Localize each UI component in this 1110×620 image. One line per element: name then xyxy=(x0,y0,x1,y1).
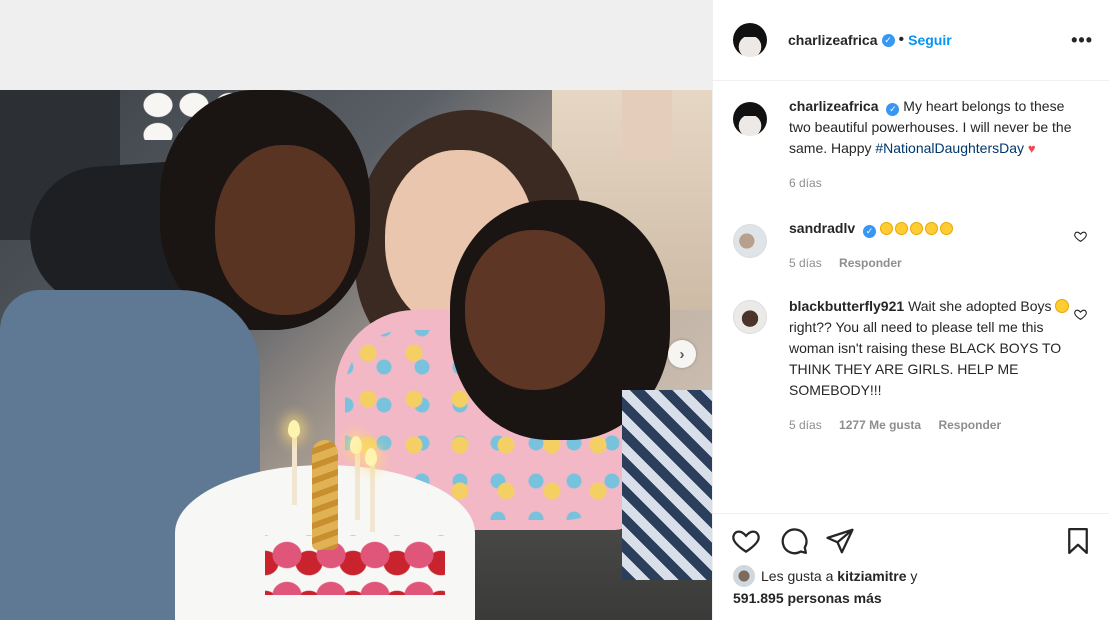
post-photo[interactable] xyxy=(0,90,712,620)
caption-author-avatar[interactable] xyxy=(733,102,767,136)
photo-candle-flame xyxy=(288,420,300,438)
header-separator: • xyxy=(898,31,905,48)
likes-prefix: Les gusta a xyxy=(761,568,834,584)
caption-hashtag[interactable]: #NationalDaughtersDay xyxy=(875,140,1024,156)
liker-username[interactable]: kitziamitre xyxy=(837,568,906,584)
commenter-avatar[interactable] xyxy=(733,224,767,258)
comment-text-before: Wait she adopted Boys xyxy=(908,298,1052,314)
comment-time[interactable]: 5 días xyxy=(789,418,822,432)
smiling-face-emoji-icon xyxy=(894,222,908,235)
bookmark-icon[interactable] xyxy=(1063,526,1093,556)
photo-candle xyxy=(355,450,360,520)
commenter-avatar[interactable] xyxy=(733,300,767,334)
verified-badge-icon: ✓ xyxy=(863,225,877,238)
reply-button[interactable]: Responder xyxy=(839,256,902,270)
comment-bubble-icon[interactable] xyxy=(779,526,809,556)
follow-button[interactable]: Seguir xyxy=(908,32,952,48)
caption-username[interactable]: charlizeafrica xyxy=(789,98,879,114)
media-letterbox xyxy=(0,0,712,90)
photo-candle-flame xyxy=(350,436,362,454)
author-username[interactable]: charlizeafrica xyxy=(788,32,878,48)
comment-emojis xyxy=(879,220,955,236)
caption-body: charlizeafrica ✓ My heart belongs to the… xyxy=(789,96,1075,194)
comment-body: sandradlv ✓ 5 días Responder xyxy=(789,218,1075,274)
post-actions-bar xyxy=(713,513,1109,571)
caption-meta: 6 días xyxy=(789,173,1075,194)
photo-unicorn-horn xyxy=(312,440,338,550)
comment-username[interactable]: sandradlv xyxy=(789,220,855,236)
photo-candle-flame xyxy=(365,448,377,466)
likes-summary: Les gusta a kitziamitre y 591.895 person… xyxy=(733,565,1103,609)
chevron-right-icon: › xyxy=(679,345,685,363)
smiling-face-emoji-icon xyxy=(909,222,923,235)
comment-item: blackbutterfly921 Wait she adopted Boys … xyxy=(733,296,1093,436)
photo-chair-right xyxy=(622,390,712,580)
comment-like-heart-icon[interactable] xyxy=(1074,308,1087,324)
red-heart-emoji-icon: ♥ xyxy=(1027,141,1036,156)
verified-badge-icon: ✓ xyxy=(886,103,900,116)
paper-plane-icon[interactable] xyxy=(825,526,855,556)
likes-conjunction: y xyxy=(910,568,918,584)
smiling-face-emoji-icon xyxy=(879,222,893,235)
comment-username[interactable]: blackbutterfly921 xyxy=(789,298,904,314)
photo-girl-right-face xyxy=(465,230,605,390)
smiling-face-emoji-icon xyxy=(939,222,953,235)
post-side-panel: charlizeafrica ✓ • Seguir ••• charlizeaf… xyxy=(712,0,1110,620)
author-avatar[interactable] xyxy=(733,23,767,57)
caption: charlizeafrica ✓ My heart belongs to the… xyxy=(733,96,1093,194)
comment-meta: 5 días 1277 Me gusta Responder xyxy=(789,415,1075,436)
verified-badge-icon: ✓ xyxy=(881,33,895,47)
photo-cake-roses xyxy=(265,535,445,595)
post-media-pane: › xyxy=(0,0,712,620)
comment-meta: 5 días Responder xyxy=(789,253,1075,274)
photo-curtain xyxy=(622,90,672,160)
photo-girl-left-face xyxy=(215,145,355,315)
liker-avatar[interactable] xyxy=(733,565,755,587)
comments-list[interactable]: charlizeafrica ✓ My heart belongs to the… xyxy=(713,82,1109,512)
next-photo-button[interactable]: › xyxy=(668,340,696,368)
comment-like-heart-icon[interactable] xyxy=(1074,230,1087,246)
smiling-face-emoji-icon xyxy=(924,222,938,235)
post-header: charlizeafrica ✓ • Seguir ••• xyxy=(713,0,1109,81)
photo-candle xyxy=(292,435,297,505)
likes-count[interactable]: 591.895 personas más xyxy=(733,590,882,606)
caption-time[interactable]: 6 días xyxy=(789,176,822,190)
reply-button[interactable]: Responder xyxy=(938,418,1001,432)
comment-item: sandradlv ✓ 5 días Responder xyxy=(733,218,1093,274)
comment-likes-count[interactable]: 1277 Me gusta xyxy=(839,418,921,432)
grinning-face-emoji-icon xyxy=(1055,299,1070,313)
comment-text-after: right?? You all need to please tell me t… xyxy=(789,319,1062,398)
comment-time[interactable]: 5 días xyxy=(789,256,822,270)
comment-body: blackbutterfly921 Wait she adopted Boys … xyxy=(789,296,1075,436)
more-options-icon[interactable]: ••• xyxy=(1071,30,1093,51)
heart-outline-icon[interactable] xyxy=(731,526,761,556)
photo-candle xyxy=(370,462,375,532)
